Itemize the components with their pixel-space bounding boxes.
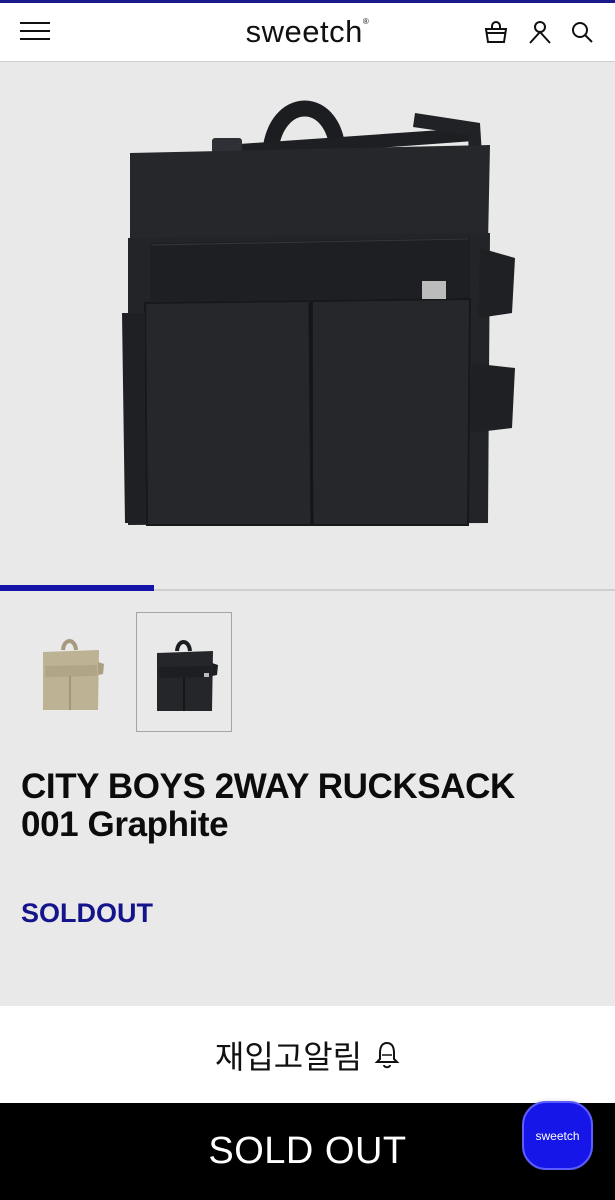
site-logo[interactable]: sweetch® [0,14,615,50]
product-title-line1: CITY BOYS 2WAY RUCKSACK [21,767,515,806]
bell-icon [374,1041,400,1068]
chat-button[interactable]: sweetch [522,1101,593,1170]
stock-status: SOLDOUT [21,898,153,928]
user-icon[interactable] [527,19,553,45]
rucksack-image [122,100,515,526]
thumbnail-list [0,612,615,734]
product-title: CITY BOYS 2WAY RUCKSACK 001 Graphite [21,768,601,844]
gallery-progress-fill [0,585,154,591]
site-header: sweetch® [0,3,615,62]
thumbnail-graphite[interactable] [136,612,232,732]
chat-button-label: sweetch [535,1128,580,1143]
gallery-progress [0,585,615,591]
restock-alert-label: 재입고알림 [214,1037,363,1076]
search-icon[interactable] [569,19,595,45]
sold-out-label: SOLD OUT [208,1130,407,1172]
product-image[interactable] [0,63,615,590]
thumbnail-beige[interactable] [23,612,119,732]
bag-icon[interactable] [483,19,509,45]
restock-alert-button[interactable]: 재입고알림 [0,1006,615,1103]
product-title-line2: 001 Graphite [21,805,229,844]
